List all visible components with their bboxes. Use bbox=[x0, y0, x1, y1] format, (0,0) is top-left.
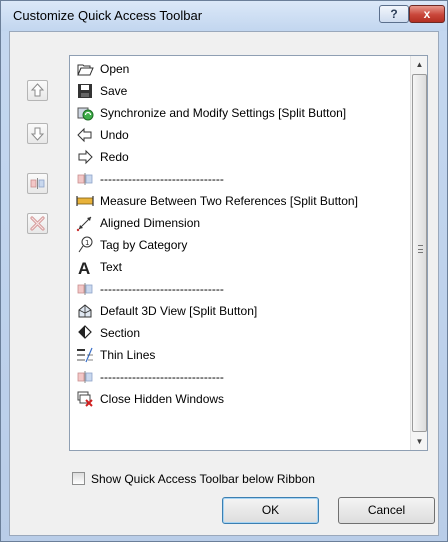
list-item-label: ------------------------------- bbox=[100, 370, 224, 384]
show-below-ribbon-checkbox[interactable] bbox=[72, 472, 85, 485]
scroll-thumb[interactable] bbox=[412, 74, 427, 432]
ok-button[interactable]: OK bbox=[222, 497, 319, 524]
list-item-label: Default 3D View [Split Button] bbox=[100, 304, 258, 318]
dialog-title: Customize Quick Access Toolbar bbox=[13, 8, 203, 23]
svg-text:1: 1 bbox=[85, 239, 89, 247]
help-button[interactable]: ? bbox=[379, 5, 409, 23]
close-button[interactable]: x bbox=[409, 5, 445, 23]
synchronize-icon bbox=[76, 104, 94, 122]
list-item-label: Tag by Category bbox=[100, 238, 188, 252]
remove-button[interactable] bbox=[27, 213, 48, 234]
list-item-label: Aligned Dimension bbox=[100, 216, 201, 230]
list-item-label: Thin Lines bbox=[100, 348, 156, 362]
show-below-ribbon-label[interactable]: Show Quick Access Toolbar below Ribbon bbox=[91, 472, 315, 486]
scroll-down-icon[interactable]: ▼ bbox=[411, 433, 427, 450]
svg-text:A: A bbox=[78, 259, 90, 276]
3d-view-house-icon bbox=[76, 302, 94, 320]
list-item-label: Undo bbox=[100, 128, 129, 142]
dialog-client-area: Open Save Synchronize and Modify Setting… bbox=[9, 31, 439, 536]
list-item-separator[interactable]: ------------------------------- bbox=[70, 278, 410, 300]
list-item-default-3d-view[interactable]: Default 3D View [Split Button] bbox=[70, 300, 410, 322]
list-item-section[interactable]: Section bbox=[70, 322, 410, 344]
text-a-icon: A bbox=[76, 258, 94, 276]
floppy-disk-icon bbox=[76, 82, 94, 100]
folder-open-icon bbox=[76, 60, 94, 78]
list-item-label: Text bbox=[100, 260, 123, 274]
aligned-dimension-icon bbox=[76, 214, 94, 232]
move-up-button[interactable] bbox=[27, 80, 48, 101]
list-item-label: Synchronize and Modify Settings [Split B… bbox=[100, 106, 347, 120]
list-item-synchronize[interactable]: Synchronize and Modify Settings [Split B… bbox=[70, 102, 410, 124]
undo-arrow-icon bbox=[76, 126, 94, 144]
toolbar-commands-list[interactable]: Open Save Synchronize and Modify Setting… bbox=[69, 55, 428, 451]
tag-icon: 1 bbox=[76, 236, 94, 254]
list-item-open[interactable]: Open bbox=[70, 58, 410, 80]
separator-icon bbox=[30, 178, 45, 189]
list-item-label: Open bbox=[100, 62, 130, 76]
cancel-button[interactable]: Cancel bbox=[338, 497, 435, 524]
list-item-separator[interactable]: ------------------------------- bbox=[70, 168, 410, 190]
redo-arrow-icon bbox=[76, 148, 94, 166]
delete-x-icon bbox=[30, 216, 45, 231]
list-item-label: ------------------------------- bbox=[100, 282, 224, 296]
list-item-close-hidden-windows[interactable]: Close Hidden Windows bbox=[70, 388, 410, 410]
title-bar[interactable]: Customize Quick Access Toolbar ? x bbox=[1, 1, 447, 31]
list-scrollbar[interactable]: ▲ ▼ bbox=[410, 56, 427, 450]
close-hidden-windows-icon bbox=[76, 390, 94, 408]
list-item-save[interactable]: Save bbox=[70, 80, 410, 102]
list-item-label: Measure Between Two References [Split Bu… bbox=[100, 194, 358, 208]
list-item-label: Close Hidden Windows bbox=[100, 392, 225, 406]
list-item-label: ------------------------------- bbox=[100, 172, 224, 186]
separator-icon bbox=[76, 368, 94, 386]
list-item-thin-lines[interactable]: Thin Lines bbox=[70, 344, 410, 366]
list-item-aligned-dimension[interactable]: Aligned Dimension bbox=[70, 212, 410, 234]
list-item-redo[interactable]: Redo bbox=[70, 146, 410, 168]
add-separator-button[interactable] bbox=[27, 173, 48, 194]
list-item-undo[interactable]: Undo bbox=[70, 124, 410, 146]
list-item-label: Section bbox=[100, 326, 141, 340]
list-item-label: Save bbox=[100, 84, 128, 98]
grip-icon bbox=[418, 245, 423, 253]
thin-lines-icon bbox=[76, 346, 94, 364]
list-item-tag-by-category[interactable]: 1 Tag by Category bbox=[70, 234, 410, 256]
separator-icon bbox=[76, 170, 94, 188]
list-item-measure[interactable]: Measure Between Two References [Split Bu… bbox=[70, 190, 410, 212]
measure-icon bbox=[76, 192, 94, 210]
list-item-label: Redo bbox=[100, 150, 129, 164]
section-icon bbox=[76, 324, 94, 342]
list-item-text[interactable]: A Text bbox=[70, 256, 410, 278]
separator-icon bbox=[76, 280, 94, 298]
customize-qat-dialog: Customize Quick Access Toolbar ? x Open … bbox=[0, 0, 448, 542]
scroll-up-icon[interactable]: ▲ bbox=[411, 56, 427, 73]
arrow-down-icon bbox=[30, 127, 45, 141]
list-item-separator[interactable]: ------------------------------- bbox=[70, 366, 410, 388]
arrow-up-icon bbox=[30, 83, 45, 97]
show-below-ribbon-option[interactable]: Show Quick Access Toolbar below Ribbon bbox=[72, 471, 372, 487]
move-down-button[interactable] bbox=[27, 123, 48, 144]
